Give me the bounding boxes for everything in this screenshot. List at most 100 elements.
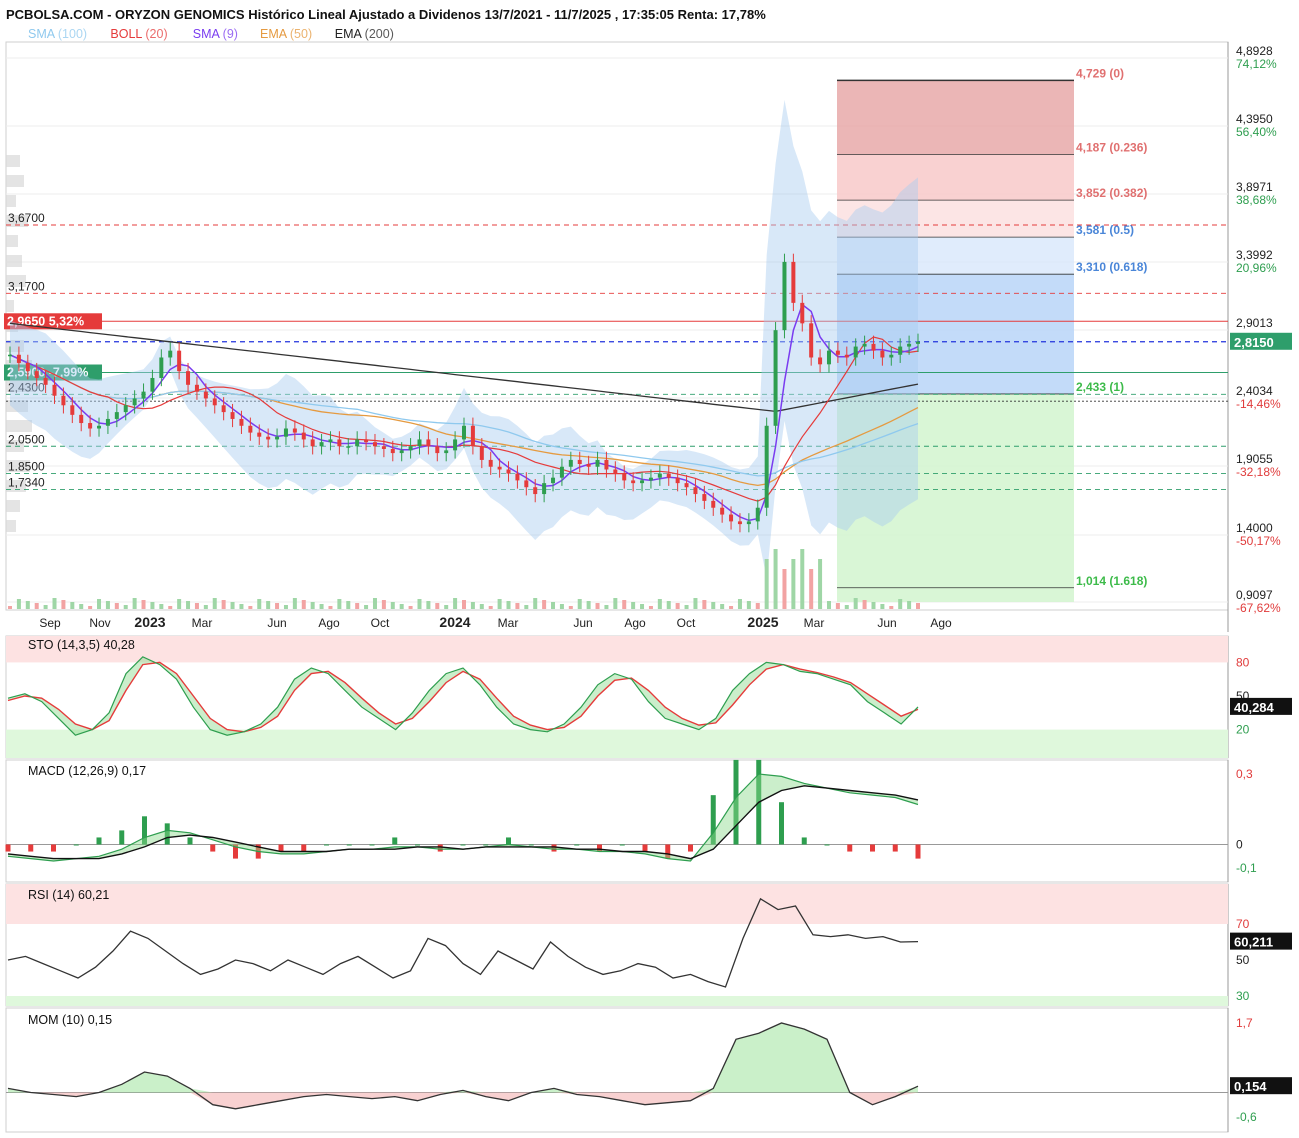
volume-bar bbox=[862, 600, 867, 609]
candle-body bbox=[711, 500, 716, 508]
volume-bar bbox=[809, 569, 814, 609]
candle-body bbox=[381, 446, 386, 449]
price-axis-pct: 20,96% bbox=[1236, 261, 1277, 275]
volume-bar bbox=[533, 598, 538, 609]
candle-body bbox=[8, 354, 12, 357]
volume-profile-bar bbox=[6, 175, 24, 187]
sto-level-label: 80 bbox=[1236, 655, 1250, 669]
volume-bar bbox=[595, 603, 600, 609]
candle-body bbox=[720, 507, 725, 515]
volume-bar bbox=[729, 606, 734, 609]
volume-bar bbox=[25, 601, 30, 609]
macd-histogram-bar bbox=[528, 844, 534, 846]
chart-title: PCBOLSA.COM - ORYZON GENOMICS Histórico … bbox=[6, 7, 766, 22]
macd-level-label: -0,1 bbox=[1236, 861, 1257, 875]
candle-body bbox=[648, 477, 653, 481]
macd-level-label: 0,3 bbox=[1236, 767, 1253, 781]
candle-body bbox=[702, 494, 707, 501]
candle-body bbox=[399, 450, 404, 454]
price-axis-pct: -50,17% bbox=[1236, 534, 1281, 548]
legend-item-1: BOLL (20) bbox=[110, 27, 167, 41]
candle-body bbox=[239, 418, 244, 426]
volume-bar bbox=[746, 601, 751, 609]
candle-body bbox=[319, 442, 324, 447]
volume-bar bbox=[684, 605, 689, 609]
candle-body bbox=[310, 439, 315, 447]
volume-bar bbox=[399, 604, 404, 609]
candle-body bbox=[114, 412, 119, 419]
price-axis-pct: -14,46% bbox=[1236, 397, 1281, 411]
candle-body bbox=[328, 439, 333, 443]
candle-body bbox=[871, 343, 876, 351]
volume-bar bbox=[853, 598, 858, 609]
rsi-level-label: 70 bbox=[1236, 917, 1250, 931]
volume-bar bbox=[275, 603, 280, 609]
candle-body bbox=[764, 425, 769, 508]
macd-panel[interactable]: 0,3 0 -0,1 MACD (12,26,9) 0,17 bbox=[5, 759, 1258, 883]
fib-label: 1,014 (1.618) bbox=[1076, 574, 1147, 588]
volume-bar bbox=[248, 606, 253, 609]
candle-body bbox=[444, 450, 449, 454]
candle-body bbox=[800, 302, 805, 324]
volume-bar bbox=[212, 598, 217, 609]
volume-bar bbox=[328, 606, 333, 609]
volume-bar bbox=[711, 602, 716, 609]
candle-body bbox=[542, 483, 547, 495]
candle-body bbox=[275, 436, 280, 440]
macd-histogram-bar bbox=[642, 844, 648, 852]
volume-bar bbox=[737, 599, 742, 609]
volume-bar bbox=[390, 602, 395, 609]
stochastic-panel[interactable]: 805020STO (14,3,5) 40,2840,284 bbox=[5, 635, 1292, 759]
x-axis-label: 2025 bbox=[747, 614, 778, 630]
rsi-panel[interactable]: 70 50 30 RSI (14) 60,21 60,211 bbox=[5, 883, 1292, 1007]
candle-body bbox=[613, 469, 618, 474]
mom-last-label: 0,154 bbox=[1234, 1079, 1267, 1094]
candle-body bbox=[257, 432, 262, 437]
volume-bar bbox=[871, 602, 876, 609]
fib-label: 4,729 (0) bbox=[1076, 66, 1124, 80]
momentum-panel[interactable]: 1,7 -0,6 MOM (10) 0,15 0,154 bbox=[5, 1007, 1292, 1133]
candle-body bbox=[604, 459, 609, 470]
rsi-title: RSI (14) 60,21 bbox=[28, 888, 109, 902]
volume-bar bbox=[586, 601, 591, 609]
candle-body bbox=[355, 439, 360, 447]
candle-body bbox=[301, 432, 306, 440]
volume-bar bbox=[364, 605, 369, 609]
price-axis-label: 3,3992 bbox=[1236, 248, 1273, 262]
candle-body bbox=[782, 261, 787, 331]
volume-bar bbox=[444, 605, 449, 609]
volume-bar bbox=[648, 606, 653, 609]
volume-bar bbox=[622, 600, 627, 609]
macd-histogram-bar bbox=[483, 844, 489, 846]
volume-bar bbox=[301, 600, 306, 609]
candle-body bbox=[640, 480, 645, 484]
chart-canvas[interactable]: PCBOLSA.COM - ORYZON GENOMICS Histórico … bbox=[0, 0, 1299, 1138]
volume-bar bbox=[34, 603, 39, 609]
price-panel[interactable]: 4,892874,12% 4,395056,40% 3,897138,68% 3,39… bbox=[4, 41, 1292, 632]
volume-bar bbox=[764, 559, 769, 609]
volume-bar bbox=[818, 559, 823, 609]
candle-body bbox=[186, 371, 191, 385]
candle-body bbox=[488, 459, 493, 467]
macd-histogram-bar bbox=[392, 837, 398, 845]
macd-histogram-bar bbox=[688, 844, 693, 852]
volume-bar bbox=[105, 601, 110, 609]
candle-body bbox=[292, 428, 297, 433]
x-axis-label: Jun bbox=[573, 616, 592, 630]
candle-body bbox=[515, 473, 520, 481]
candle-body bbox=[586, 464, 591, 467]
candle-body bbox=[426, 439, 431, 447]
candle-body bbox=[631, 480, 636, 484]
candle-body bbox=[132, 398, 137, 406]
volume-bar bbox=[355, 603, 360, 609]
candle-body bbox=[177, 350, 182, 372]
volume-bar bbox=[604, 605, 609, 609]
volume-bar bbox=[515, 603, 520, 609]
price-axis-label: 4,3950 bbox=[1236, 112, 1273, 126]
fib-label: 2,433 (1) bbox=[1076, 380, 1124, 394]
volume-bar bbox=[16, 599, 21, 609]
volume-bar bbox=[8, 606, 12, 609]
candle-body bbox=[390, 448, 395, 454]
macd-histogram-bar bbox=[415, 844, 420, 846]
macd-histogram-bar bbox=[619, 844, 625, 846]
